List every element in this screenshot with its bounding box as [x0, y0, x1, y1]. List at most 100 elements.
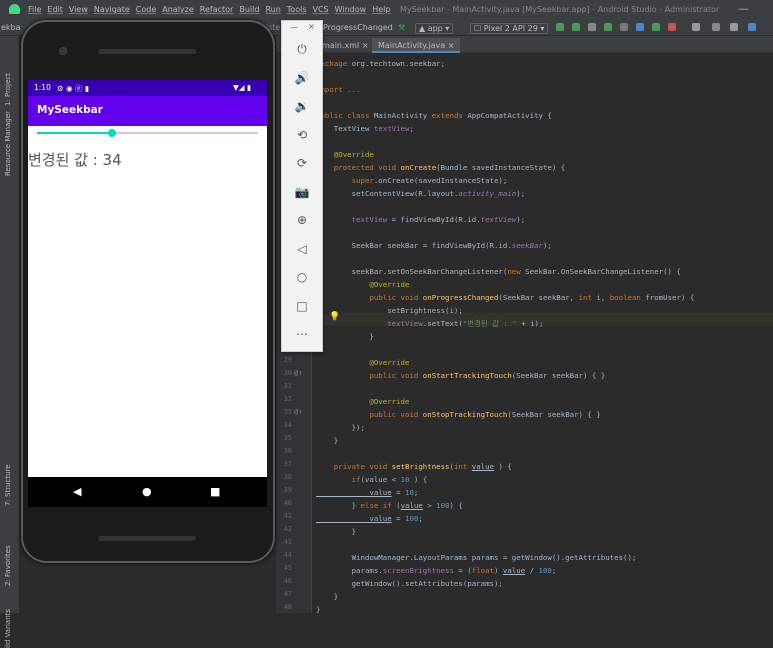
- code-line[interactable]: seekBar.setOnSeekBarChangeListener(new S…: [316, 265, 681, 278]
- code-line[interactable]: TextView textView;: [316, 122, 414, 135]
- debug-icon[interactable]: [588, 23, 596, 31]
- code-line[interactable]: }: [316, 330, 373, 343]
- code-line[interactable]: }: [316, 434, 338, 447]
- overview-icon[interactable]: □: [292, 296, 312, 316]
- code-line[interactable]: public void onStartTrackingTouch(SeekBar…: [316, 369, 605, 382]
- menu-item-edit[interactable]: Edit: [47, 5, 63, 14]
- tab-main-xml[interactable]: main.xml ×: [316, 38, 375, 53]
- build-hammer-icon[interactable]: ⚒: [398, 23, 405, 32]
- code-area[interactable]: 💡 package org.techtown.seekbar; import ..…: [316, 53, 773, 616]
- code-token: }: [316, 527, 357, 536]
- code-line[interactable]: public class MainActivity extends AppCom…: [316, 109, 552, 122]
- minimize-button[interactable]: —: [738, 2, 749, 15]
- project-tool-tab[interactable]: 1: Project: [4, 73, 12, 106]
- code-line[interactable]: @Override: [316, 356, 409, 369]
- favorites-tool-tab[interactable]: 2: Favorites: [4, 545, 12, 586]
- code-line[interactable]: value = 10;: [316, 486, 418, 499]
- volume-down-icon[interactable]: 🔉: [292, 96, 312, 116]
- editor-tabs: main.xml × MainActivity.java ×: [276, 36, 773, 53]
- camera-icon[interactable]: 📷: [292, 182, 312, 202]
- code-line[interactable]: } else if (value > 100) {: [316, 499, 463, 512]
- back-icon[interactable]: ◁: [292, 239, 312, 259]
- device-manager-icon[interactable]: [692, 23, 700, 31]
- code-line[interactable]: setContentView(R.layout.activity_main);: [316, 187, 526, 200]
- nav-back-icon[interactable]: ◀: [73, 485, 81, 498]
- code-line[interactable]: value = 100;: [316, 512, 422, 525]
- nav-recents-icon[interactable]: ■: [210, 485, 220, 498]
- seekbar-thumb[interactable]: [108, 129, 117, 137]
- code-line[interactable]: package org.techtown.seekbar;: [316, 57, 445, 70]
- menu-item-tools[interactable]: Tools: [287, 5, 307, 14]
- apply-changes-icon[interactable]: [572, 23, 580, 31]
- rotate-left-icon[interactable]: ⟲: [292, 125, 312, 145]
- seekbar-progress: [37, 132, 113, 134]
- sync-icon[interactable]: [636, 23, 644, 31]
- power-icon[interactable]: ⏻: [292, 39, 312, 59]
- code-line[interactable]: textView.setText("변경된 값 : " + i);: [316, 317, 543, 330]
- tab-mainactivity-java[interactable]: MainActivity.java ×: [372, 38, 461, 53]
- emulator-close-button[interactable]: ×: [308, 22, 315, 31]
- more-icon[interactable]: ⋯: [292, 324, 312, 344]
- menu-item-refactor[interactable]: Refactor: [200, 5, 234, 14]
- code-line[interactable]: public void onStopTrackingTouch(SeekBar …: [316, 408, 600, 421]
- code-line[interactable]: textView = findViewById(R.id.textView);: [316, 213, 526, 226]
- code-line[interactable]: SeekBar seekBar = findViewById(R.id.seek…: [316, 239, 552, 252]
- menu-item-window[interactable]: Window: [335, 5, 367, 14]
- code-line[interactable]: params.screenBrightness = (float) value …: [316, 564, 557, 577]
- emulator-minimize-button[interactable]: —: [290, 23, 298, 32]
- menu-item-navigate[interactable]: Navigate: [94, 5, 130, 14]
- zoom-icon[interactable]: ⊕: [292, 210, 312, 230]
- code-line[interactable]: @Override: [316, 395, 409, 408]
- menu-item-file[interactable]: File: [28, 5, 41, 14]
- code-line[interactable]: }: [316, 590, 338, 603]
- volume-up-icon[interactable]: 🔊: [292, 68, 312, 88]
- run-config-select[interactable]: ▲ app ▾: [415, 23, 454, 34]
- search-everywhere-icon[interactable]: [748, 23, 756, 31]
- menu-item-help[interactable]: Help: [372, 5, 390, 14]
- code-line[interactable]: if(value < 10 ) {: [316, 473, 428, 486]
- code-editor[interactable]: main.xml × MainActivity.java × 29 30 @↑ 31 3…: [276, 36, 773, 616]
- menu-item-view[interactable]: View: [69, 5, 88, 14]
- emulator-panel-header: — ×: [282, 21, 322, 35]
- code-line[interactable]: }: [316, 603, 320, 616]
- code-line[interactable]: });: [316, 421, 365, 434]
- home-icon[interactable]: ○: [292, 267, 312, 287]
- code-line[interactable]: @Override: [316, 148, 374, 161]
- code-line[interactable]: getWindow().setAttributes(params);: [316, 577, 503, 590]
- avd-manager-icon[interactable]: [652, 23, 660, 31]
- profile-icon[interactable]: [604, 23, 612, 31]
- layout-inspector-icon[interactable]: [712, 23, 720, 31]
- emulator-phone: 1:10 ⚙ ◉ ⓟ ▮ ▼◢ ▮ MySeekbar 변경된 값 : 34 ◀…: [21, 20, 275, 563]
- attach-icon[interactable]: [620, 23, 628, 31]
- menu-item-vcs[interactable]: VCS: [313, 5, 329, 14]
- override-gutter-icon[interactable]: @↑: [294, 369, 302, 377]
- menu-item-build[interactable]: Build: [239, 5, 259, 14]
- nav-home-icon[interactable]: ●: [142, 485, 152, 498]
- phone-screen[interactable]: 1:10 ⚙ ◉ ⓟ ▮ ▼◢ ▮ MySeekbar 변경된 값 : 34: [28, 80, 267, 477]
- left-breadcrumb[interactable]: ekba: [1, 23, 21, 32]
- code-line[interactable]: @Override: [316, 278, 409, 291]
- code-line[interactable]: super.onCreate(savedInstanceState);: [316, 174, 508, 187]
- code-line[interactable]: setBrightness(i);: [316, 304, 463, 317]
- code-line[interactable]: protected void onCreate(Bundle savedInst…: [316, 161, 565, 174]
- code-token: value: [316, 488, 392, 497]
- code-line[interactable]: }: [316, 525, 356, 538]
- code-line[interactable]: WindowManager.LayoutParams params = getW…: [316, 551, 637, 564]
- structure-tool-tab[interactable]: 7: Structure: [4, 464, 12, 506]
- menu-item-run[interactable]: Run: [265, 5, 280, 14]
- code-line[interactable]: public void onProgressChanged(SeekBar se…: [316, 291, 694, 304]
- rotate-right-icon[interactable]: ⟳: [292, 153, 312, 173]
- device-select[interactable]: ☐ Pixel 2 API 29 ▾: [470, 23, 549, 34]
- code-line[interactable]: private void setBrightness(int value ) {: [316, 460, 512, 473]
- menu-item-code[interactable]: Code: [136, 5, 156, 14]
- sdk-manager-icon[interactable]: [730, 23, 738, 31]
- code-token: onCreate: [400, 163, 437, 172]
- menu-item-analyze[interactable]: Analyze: [162, 5, 194, 14]
- override-gutter-icon[interactable]: @↑: [294, 408, 302, 416]
- stop-icon[interactable]: [668, 23, 676, 31]
- resource-manager-tab[interactable]: Resource Manager: [4, 111, 12, 176]
- build-variants-tab[interactable]: ild Variants: [4, 609, 12, 648]
- seekbar[interactable]: [37, 129, 258, 137]
- breadcrumb-listener[interactable]: ProgressChanged: [323, 23, 393, 32]
- run-icon[interactable]: [556, 23, 564, 31]
